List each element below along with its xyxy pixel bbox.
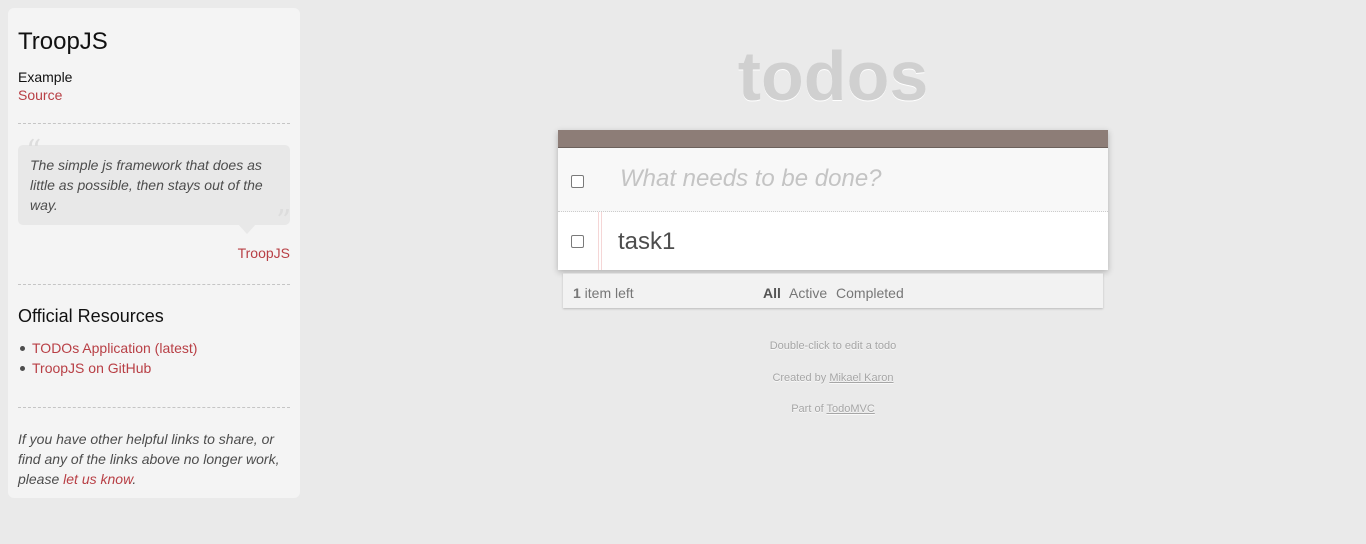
new-todo-row [558, 148, 1108, 212]
header-bar [558, 130, 1108, 148]
filter-completed[interactable]: Completed [836, 285, 904, 301]
bullet-icon [20, 346, 25, 351]
author-link[interactable]: Mikael Karon [829, 372, 893, 384]
filter-active[interactable]: Active [789, 285, 827, 301]
quote-text: The simple js framework that does as lit… [18, 145, 290, 225]
close-quote-icon: ” [276, 204, 292, 239]
todo-count: 1 item left [573, 285, 634, 301]
todomvc-link[interactable]: TodoMVC [826, 403, 874, 415]
todo-item[interactable]: task1 [558, 212, 1108, 270]
learn-sidebar: TroopJS Example Source “ The simple js f… [8, 8, 300, 498]
sidebar-footer-note: If you have other helpful links to share… [18, 429, 290, 489]
todo-count-suffix: item left [580, 285, 634, 301]
todo-count-number: 1 [573, 285, 581, 301]
sidebar-title: TroopJS [18, 28, 108, 55]
divider [18, 123, 290, 124]
example-label: Example [18, 69, 73, 85]
info-hint: Double-click to edit a todo [769, 340, 897, 352]
quote-tail [237, 223, 257, 234]
todo-toggle-checkbox[interactable] [571, 235, 584, 248]
let-us-know-link[interactable]: let us know [63, 471, 132, 487]
app-title: todos [737, 37, 929, 115]
footer-note-end: . [132, 471, 137, 487]
quote-block: “ The simple js framework that does as l… [18, 137, 291, 261]
list-item: TODOs Application (latest) [18, 338, 197, 358]
todo-footer: 1 item left All Active Completed [563, 273, 1103, 308]
open-quote-icon: “ [26, 134, 42, 169]
resource-link-github[interactable]: TroopJS on GitHub [32, 360, 151, 376]
resources-heading: Official Resources [18, 306, 164, 326]
part-of-prefix: Part of [791, 403, 827, 415]
divider [18, 407, 290, 408]
resources-list: TODOs Application (latest) TroopJS on Gi… [18, 338, 197, 378]
footer-note-text: If you have other helpful links to share… [18, 431, 280, 487]
bullet-icon [20, 366, 25, 371]
info-created-by: Created by Mikael Karon [558, 372, 1108, 384]
todo-label[interactable]: task1 [618, 228, 675, 256]
info-part-of: Part of TodoMVC [558, 403, 1108, 415]
quote-author-link[interactable]: TroopJS [238, 245, 290, 261]
list-item: TroopJS on GitHub [18, 358, 197, 378]
toggle-all-checkbox[interactable] [571, 175, 584, 188]
todo-app: task1 [558, 130, 1108, 270]
new-todo-input[interactable] [620, 165, 1080, 193]
filters: All Active Completed [763, 285, 909, 301]
divider [18, 284, 290, 285]
resource-link-todos-app[interactable]: TODOs Application (latest) [32, 340, 197, 356]
filter-all[interactable]: All [763, 285, 781, 301]
source-link[interactable]: Source [18, 86, 290, 104]
created-by-prefix: Created by [772, 372, 830, 384]
